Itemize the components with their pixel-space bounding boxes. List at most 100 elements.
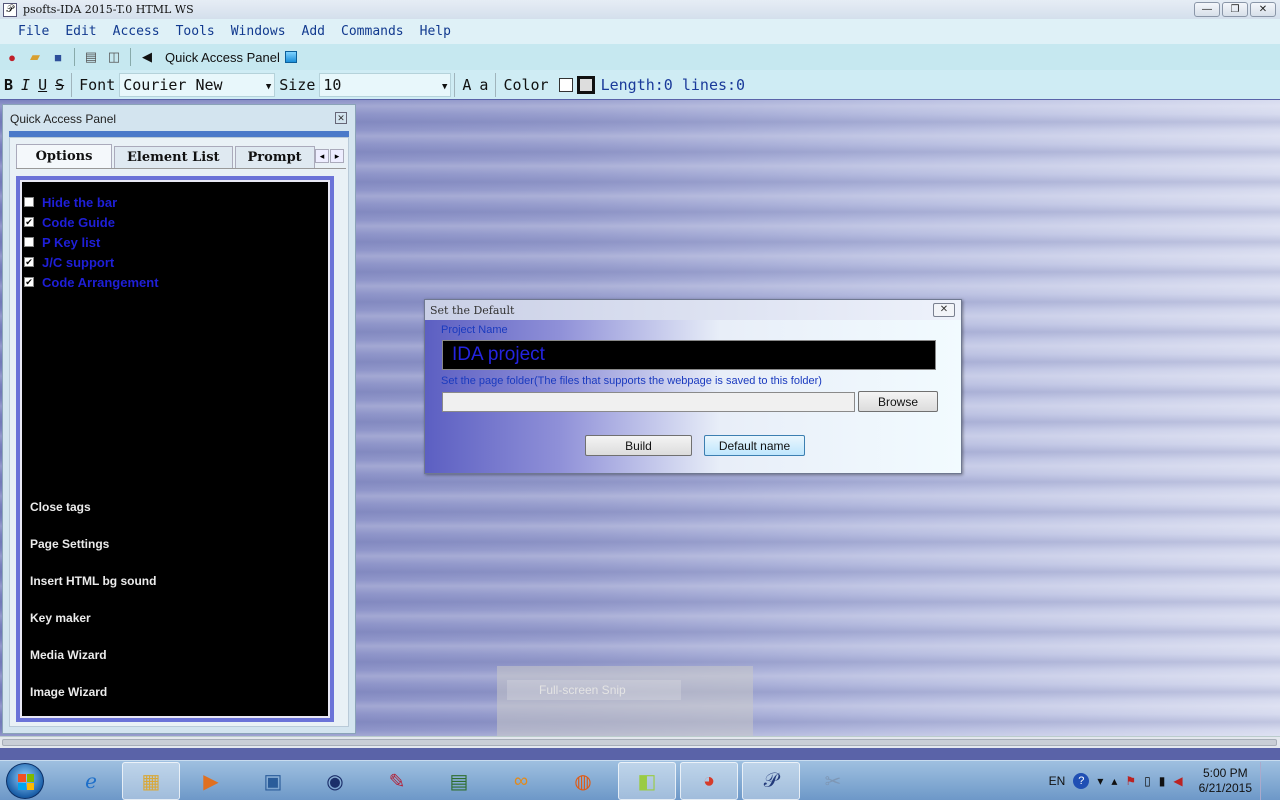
italic-button[interactable]: I [17,76,34,94]
chevron-down-icon: ▼ [441,81,448,92]
tab-options[interactable]: Options [16,144,112,168]
action-page-settings[interactable]: Page Settings [30,537,156,574]
device-icon[interactable]: ▯ [1144,774,1151,788]
checkbox[interactable]: ✔ [24,217,34,227]
panel-header: Quick Access Panel ✕ [3,105,355,133]
restore-button[interactable]: ❐ [1222,2,1248,17]
size-label: Size [279,75,316,94]
checkbox[interactable] [24,237,34,247]
back-arrow-icon[interactable]: ◀ [138,48,156,66]
volume-muted-icon[interactable]: ◀ [1173,774,1182,788]
strikethrough-button[interactable]: S [51,76,68,94]
start-button[interactable] [6,763,44,799]
new-project-icon[interactable]: ● [3,48,21,66]
length-lines-status: Length:0 lines:0 [600,75,746,94]
minimize-button[interactable]: — [1194,2,1220,17]
option-jc-support[interactable]: ✔ J/C support [24,252,159,272]
print-icon[interactable]: ▤ [82,48,100,66]
sticky-notes-icon[interactable]: ◧ [618,762,676,800]
uppercase-button[interactable]: A [458,76,475,94]
ida-app-icon[interactable]: 𝒫 [742,762,800,800]
file-explorer-icon[interactable]: ▦ [122,762,180,800]
bold-button[interactable]: B [0,76,17,94]
font-label: Font [79,75,116,94]
show-desktop-button[interactable] [1260,762,1270,800]
taskbar: ℯ ▦ ▶ ▣ ◉ ✎ ▤ ∞ ◍ ◧ ◕ 𝒫 ✂ EN ? ▾ ▴ ⚑ ▯ ▮… [0,760,1280,800]
quick-access-panel-label[interactable]: Quick Access Panel [165,50,280,65]
action-image-wizard[interactable]: Image Wizard [30,685,156,722]
show-hidden-icons-icon[interactable]: ▴ [1111,774,1117,788]
menu-edit[interactable]: Edit [57,24,104,39]
help-icon[interactable]: ? [1073,773,1090,789]
options-panel: Hide the bar ✔ Code Guide P Key list ✔ J… [20,180,330,718]
menu-add[interactable]: Add [294,24,333,39]
action-insert-bg-sound[interactable]: Insert HTML bg sound [30,574,156,611]
color-label: Color [503,75,549,94]
option-label: P Key list [42,234,101,250]
firefox-icon[interactable]: ◍ [554,762,612,800]
menu-tools[interactable]: Tools [168,24,223,39]
project-name-input[interactable]: IDA project [442,340,936,370]
quick-access-toggle-icon[interactable] [284,51,297,63]
panel-actions: Close tags Page Settings Insert HTML bg … [30,500,156,722]
background-color-swatch[interactable] [558,77,573,92]
action-media-wizard[interactable]: Media Wizard [30,648,156,685]
title-bar: 𝒫 psofts-IDA 2015-T.0 HTML WS — ❐ ✕ [0,0,1280,19]
size-select[interactable]: 10 ▼ [319,72,452,97]
horizontal-scrollbar[interactable] [0,736,1280,748]
media-player-icon[interactable]: ▶ [182,762,240,800]
option-hide-the-bar[interactable]: Hide the bar [24,192,159,212]
network-signal-icon[interactable]: ▮ [1159,774,1166,788]
font-select[interactable]: Courier New ▼ [119,72,276,97]
page-folder-input[interactable] [442,392,855,412]
checkbox[interactable]: ✔ [24,277,34,287]
scrollbar-thumb[interactable] [2,739,1277,746]
language-indicator[interactable]: EN [1049,774,1066,788]
media-center-icon[interactable]: ◉ [306,762,364,800]
option-code-guide[interactable]: ✔ Code Guide [24,212,159,232]
font-select-value: Courier New [123,75,223,94]
tab-prompt[interactable]: Prompt [234,146,315,168]
full-screen-snip-option[interactable]: Full-screen Snip [507,680,681,700]
underline-button[interactable]: U [34,76,51,94]
menu-windows[interactable]: Windows [223,24,294,39]
option-p-key-list[interactable]: P Key list [24,232,159,252]
tab-scroll-controls: ◂ ▸ [315,149,344,163]
print-preview-icon[interactable]: ◫ [105,48,123,66]
action-center-flag-icon[interactable]: ⚑ [1125,774,1136,788]
lowercase-button[interactable]: a [475,76,492,94]
text-color-swatch[interactable] [576,75,595,94]
checkbox[interactable] [24,197,34,207]
monitor-app-icon[interactable]: ▤ [430,762,488,800]
action-close-tags[interactable]: Close tags [30,500,156,537]
build-button[interactable]: Build [585,435,692,456]
option-code-arrangement[interactable]: ✔ Code Arrangement [24,272,159,292]
access-app-icon[interactable]: ✎ [368,762,426,800]
snipping-tool-icon[interactable]: ✂ [804,762,862,800]
menu-access[interactable]: Access [105,24,168,39]
format-separator [454,72,456,97]
menu-file[interactable]: File [10,24,57,39]
dialog-close-button[interactable]: ✕ [933,303,955,317]
internet-explorer-icon[interactable]: ℯ [62,762,120,800]
tab-element-list[interactable]: Element List [114,146,233,168]
checkbox[interactable]: ✔ [24,257,34,267]
close-button[interactable]: ✕ [1250,2,1276,17]
save-icon[interactable]: ■ [49,48,67,66]
browse-button[interactable]: Browse [858,391,938,412]
menu-commands[interactable]: Commands [333,24,412,39]
chrome-icon[interactable]: ◕ [680,762,738,800]
default-name-button[interactable]: Default name [704,435,805,456]
menu-bar: File Edit Access Tools Windows Add Comma… [0,19,1280,44]
menu-help[interactable]: Help [412,24,459,39]
live-mesh-icon[interactable]: ∞ [492,762,550,800]
remote-desktop-icon[interactable]: ▣ [244,762,302,800]
format-bar: B I U S Font Courier New ▼ Size 10 ▼ A a… [0,70,1280,99]
chevron-left-icon[interactable]: ◂ [315,149,329,163]
open-folder-icon[interactable]: ▰ [26,48,44,66]
chevron-down-icon[interactable]: ▾ [1097,774,1103,788]
chevron-right-icon[interactable]: ▸ [330,149,344,163]
clock[interactable]: 5:00 PM 6/21/2015 [1199,766,1252,796]
action-key-maker[interactable]: Key maker [30,611,156,648]
close-icon[interactable]: ✕ [335,112,347,124]
